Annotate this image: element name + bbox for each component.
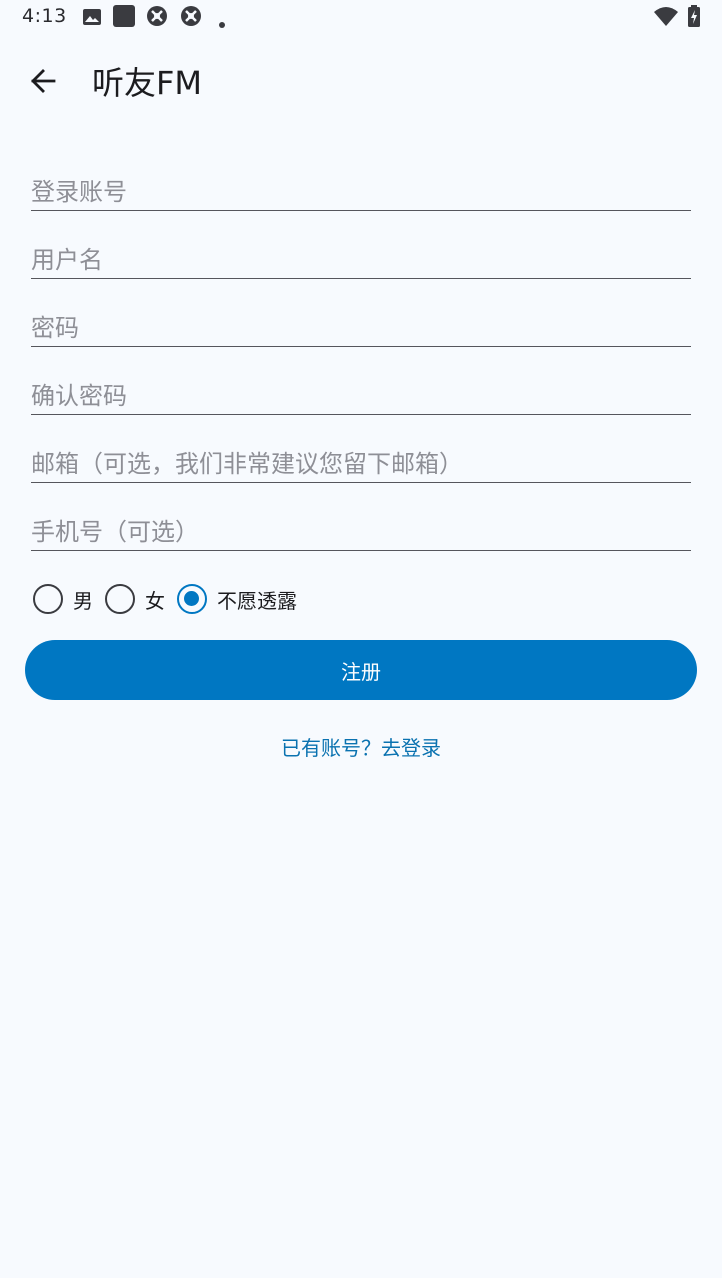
gender-option-undisclosed[interactable]: 不愿透露 (175, 584, 297, 614)
phone-field (31, 498, 691, 551)
gender-radio-group: 男 女 不愿透露 (31, 582, 307, 616)
battery-icon (688, 5, 700, 31)
arrow-left-icon (30, 68, 56, 98)
dot-icon (219, 13, 225, 32)
confirm-password-field (31, 362, 691, 415)
username-field (31, 226, 691, 279)
email-input[interactable] (31, 450, 691, 478)
radio-unchecked-icon[interactable] (105, 584, 135, 614)
sync-icon (146, 5, 168, 31)
phone-input[interactable] (31, 518, 691, 546)
radio-checked-icon[interactable] (177, 584, 207, 614)
account-field (31, 158, 691, 211)
password-input[interactable] (31, 314, 691, 342)
username-input[interactable] (31, 246, 691, 274)
image-icon (82, 8, 102, 30)
radio-unchecked-icon[interactable] (33, 584, 63, 614)
password-field (31, 294, 691, 347)
gender-label-male: 男 (73, 588, 93, 613)
status-time: 4:13 (22, 5, 67, 27)
page-title: 听友FM (92, 64, 203, 102)
gender-option-female[interactable]: 女 (103, 584, 165, 614)
sync-icon (180, 5, 202, 31)
go-to-login-link[interactable]: 已有账号？去登录 (0, 732, 722, 761)
app-bar: 听友FM (0, 40, 722, 126)
register-button[interactable]: 注册 (25, 640, 697, 700)
account-input[interactable] (31, 178, 691, 206)
confirm-password-input[interactable] (31, 382, 691, 410)
gender-label-undisclosed: 不愿透露 (217, 588, 297, 613)
gender-label-female: 女 (145, 588, 165, 613)
wifi-icon (654, 6, 678, 30)
status-bar: 4:13 (0, 0, 722, 34)
email-field (31, 430, 691, 483)
back-button[interactable] (20, 60, 66, 106)
app-square-icon (113, 5, 135, 31)
gender-option-male[interactable]: 男 (31, 584, 93, 614)
